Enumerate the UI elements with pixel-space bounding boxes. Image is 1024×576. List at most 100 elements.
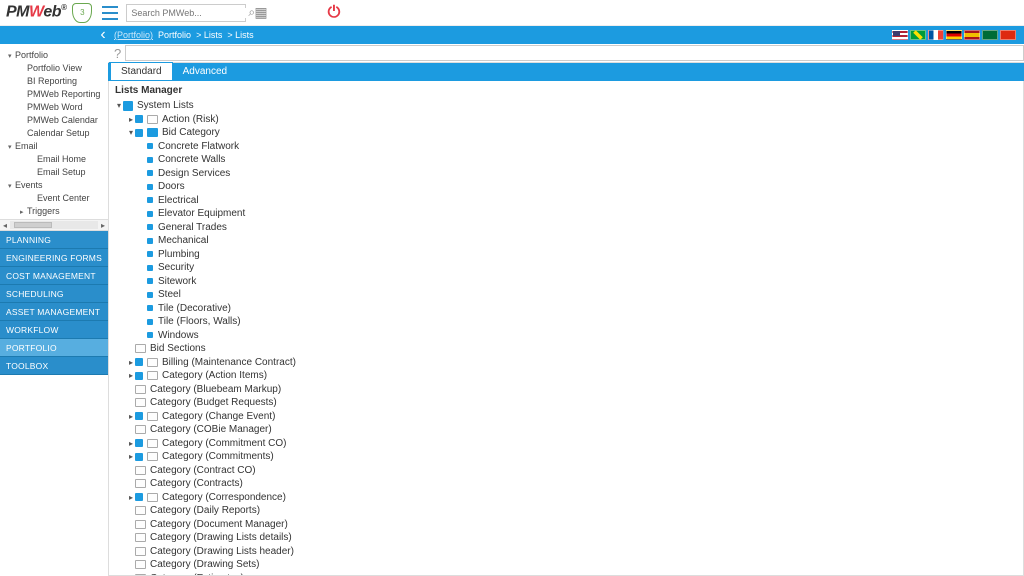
folder-icon xyxy=(135,479,146,488)
list-node[interactable]: Category (Action Items) xyxy=(109,369,1023,383)
hamburger-icon[interactable] xyxy=(102,6,118,20)
list-node[interactable]: Category (Estimates) xyxy=(109,572,1023,576)
sidebar-item[interactable]: Email Setup xyxy=(4,165,106,178)
list-node[interactable]: Category (Correspondence) xyxy=(109,491,1023,505)
list-leaf[interactable]: Plumbing xyxy=(109,248,1023,262)
sidebar-item[interactable]: Event Center xyxy=(4,191,106,204)
module-portfolio[interactable]: PORTFOLIO xyxy=(0,339,108,357)
help-icon[interactable]: ? xyxy=(110,46,125,61)
list-node[interactable]: Category (Commitments) xyxy=(109,450,1023,464)
list-leaf[interactable]: Tile (Decorative) xyxy=(109,302,1023,316)
sidebar-item[interactable]: BI Reporting xyxy=(4,74,106,87)
node-label: Tile (Decorative) xyxy=(158,303,231,314)
list-node[interactable]: Action (Risk) xyxy=(109,113,1023,127)
sidebar-item[interactable]: Portfolio View xyxy=(4,61,106,74)
list-node[interactable]: Category (COBie Manager) xyxy=(109,423,1023,437)
scroll-left-icon[interactable]: ◂ xyxy=(0,221,10,230)
list-node[interactable]: Category (Bluebeam Markup) xyxy=(109,383,1023,397)
list-node[interactable]: Category (Change Event) xyxy=(109,410,1023,424)
sidebar-item[interactable]: PMWeb Calendar xyxy=(4,113,106,126)
list-node[interactable]: System Lists xyxy=(109,99,1023,113)
node-label: Tile (Floors, Walls) xyxy=(158,316,241,327)
calendar-icon[interactable]: ▦ xyxy=(254,4,267,21)
list-leaf[interactable]: Tile (Floors, Walls) xyxy=(109,315,1023,329)
sidebar-item[interactable]: ▾Email xyxy=(4,139,106,152)
list-node[interactable]: Category (Commitment CO) xyxy=(109,437,1023,451)
breadcrumb-root-link[interactable]: (Portfolio) xyxy=(114,30,153,40)
caret-icon[interactable] xyxy=(127,115,135,124)
scroll-thumb[interactable] xyxy=(14,222,52,228)
list-node[interactable]: Category (Contract CO) xyxy=(109,464,1023,478)
list-node[interactable]: Category (Budget Requests) xyxy=(109,396,1023,410)
list-leaf[interactable]: Elevator Equipment xyxy=(109,207,1023,221)
sidebar-item[interactable]: ▸Triggers xyxy=(4,204,106,217)
node-label: Elevator Equipment xyxy=(158,208,245,219)
caret-icon[interactable] xyxy=(127,371,135,380)
flag-es-icon[interactable] xyxy=(964,30,980,40)
node-label: Category (Contracts) xyxy=(150,478,243,489)
sidebar-scroll[interactable]: ◂ ▸ xyxy=(0,219,108,231)
caret-icon[interactable] xyxy=(127,412,135,421)
module-asset-management[interactable]: ASSET MANAGEMENT xyxy=(0,303,108,321)
list-node[interactable]: Category (Drawing Sets) xyxy=(109,558,1023,572)
shield-icon[interactable]: 3 xyxy=(72,3,92,23)
list-leaf[interactable]: Doors xyxy=(109,180,1023,194)
caret-icon[interactable] xyxy=(115,101,123,110)
list-leaf[interactable]: Mechanical xyxy=(109,234,1023,248)
node-label: Mechanical xyxy=(158,235,209,246)
flag-us-icon[interactable] xyxy=(892,30,908,40)
tab-advanced[interactable]: Advanced xyxy=(173,62,237,80)
module-toolbox[interactable]: TOOLBOX xyxy=(0,357,108,375)
list-leaf[interactable]: Concrete Walls xyxy=(109,153,1023,167)
power-icon[interactable]: ⏻ xyxy=(328,4,341,22)
node-label: Billing (Maintenance Contract) xyxy=(162,357,296,368)
module-scheduling[interactable]: SCHEDULING xyxy=(0,285,108,303)
module-workflow[interactable]: WORKFLOW xyxy=(0,321,108,339)
sidebar-item[interactable]: ▾Events xyxy=(4,178,106,191)
flag-de-icon[interactable] xyxy=(946,30,962,40)
list-leaf[interactable]: Design Services xyxy=(109,167,1023,181)
folder-icon xyxy=(135,398,146,407)
node-label: Category (Commitment CO) xyxy=(162,438,286,449)
sidebar-item[interactable]: Email Home xyxy=(4,152,106,165)
caret-icon[interactable] xyxy=(127,493,135,502)
list-node[interactable]: Category (Contracts) xyxy=(109,477,1023,491)
list-node[interactable]: Category (Drawing Lists header) xyxy=(109,545,1023,559)
list-node[interactable]: Category (Drawing Lists details) xyxy=(109,531,1023,545)
flag-cn-icon[interactable] xyxy=(1000,30,1016,40)
module-engineering-forms[interactable]: ENGINEERING FORMS xyxy=(0,249,108,267)
list-node[interactable]: Category (Document Manager) xyxy=(109,518,1023,532)
list-node[interactable]: Bid Sections xyxy=(109,342,1023,356)
caret-icon[interactable] xyxy=(127,358,135,367)
caret-icon[interactable] xyxy=(127,439,135,448)
list-leaf[interactable]: Security xyxy=(109,261,1023,275)
list-leaf[interactable]: Electrical xyxy=(109,194,1023,208)
sidebar-item[interactable]: ▾Portfolio xyxy=(4,48,106,61)
flag-sa-icon[interactable] xyxy=(982,30,998,40)
list-leaf[interactable]: Steel xyxy=(109,288,1023,302)
caret-icon[interactable] xyxy=(127,452,135,461)
caret-icon[interactable] xyxy=(127,128,135,137)
list-node[interactable]: Bid Category xyxy=(109,126,1023,140)
list-leaf[interactable]: Sitework xyxy=(109,275,1023,289)
tab-standard[interactable]: Standard xyxy=(109,62,173,80)
flag-br-icon[interactable] xyxy=(910,30,926,40)
module-cost-management[interactable]: COST MANAGEMENT xyxy=(0,267,108,285)
list-node[interactable]: Billing (Maintenance Contract) xyxy=(109,356,1023,370)
scroll-track[interactable] xyxy=(10,221,98,229)
list-leaf[interactable]: Concrete Flatwork xyxy=(109,140,1023,154)
folder-icon xyxy=(135,385,146,394)
query-input[interactable] xyxy=(125,45,1024,61)
back-chevron-icon[interactable]: ‹ xyxy=(96,25,110,45)
list-leaf[interactable]: Windows xyxy=(109,329,1023,343)
sidebar-item[interactable]: PMWeb Reporting xyxy=(4,87,106,100)
module-planning[interactable]: PLANNING xyxy=(0,231,108,249)
sidebar-item[interactable]: PMWeb Word xyxy=(4,100,106,113)
flag-fr-icon[interactable] xyxy=(928,30,944,40)
scroll-right-icon[interactable]: ▸ xyxy=(98,221,108,230)
list-leaf[interactable]: General Trades xyxy=(109,221,1023,235)
node-label: Category (Commitments) xyxy=(162,451,274,462)
sidebar-item[interactable]: Calendar Setup xyxy=(4,126,106,139)
search-input[interactable] xyxy=(131,8,248,18)
list-node[interactable]: Category (Daily Reports) xyxy=(109,504,1023,518)
